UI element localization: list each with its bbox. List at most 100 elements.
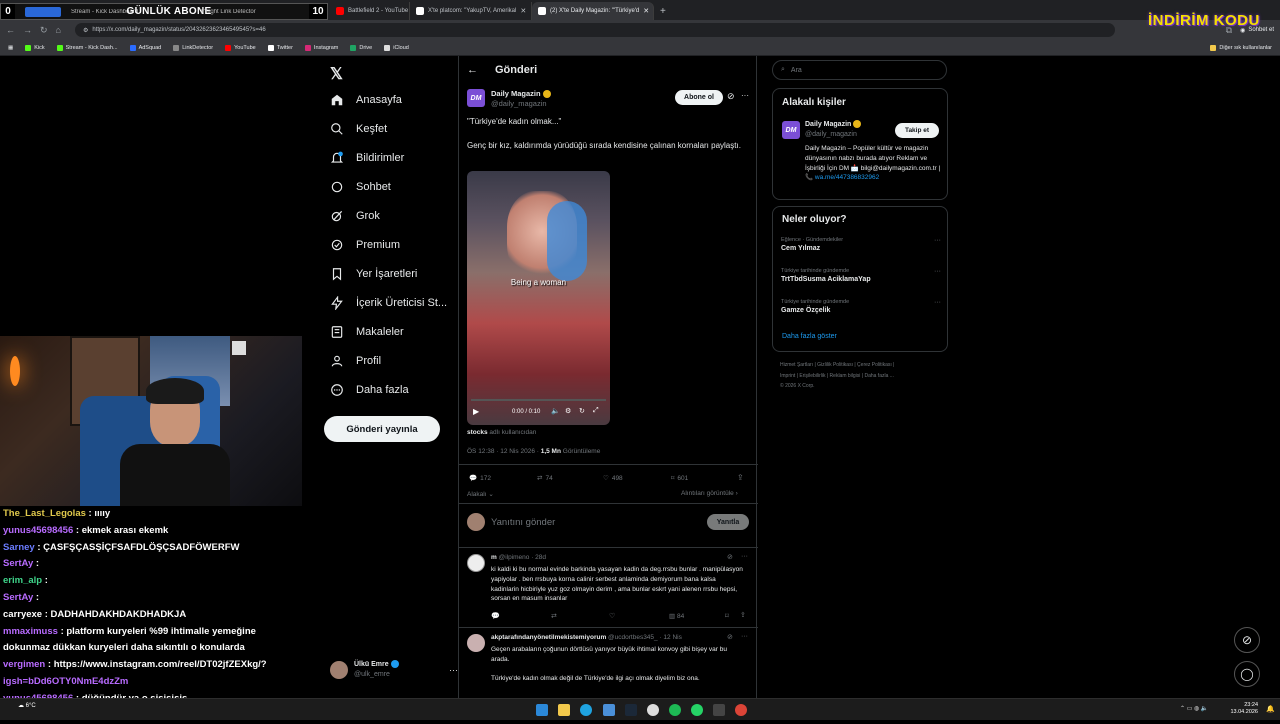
follow-button[interactable]: Takip et: [895, 123, 939, 138]
post-button[interactable]: Gönderi yayınla: [324, 416, 440, 442]
grok-icon[interactable]: ⊘: [727, 633, 733, 641]
more-icon[interactable]: ···: [741, 633, 748, 640]
messages-float-button[interactable]: ◯: [1234, 661, 1260, 687]
grok-float-button[interactable]: ⊘: [1234, 627, 1260, 653]
clock[interactable]: 23:24 13.04.2026: [1228, 702, 1258, 716]
nav-premium[interactable]: Premium: [330, 238, 400, 252]
repost-icon[interactable]: ⇄: [551, 612, 557, 620]
chat-username[interactable]: The_Last_Legolas: [3, 508, 86, 519]
back-arrow-icon[interactable]: ←: [467, 64, 478, 76]
reply-input[interactable]: Yanıtını gönder: [491, 517, 555, 528]
app-icon[interactable]: [713, 704, 725, 716]
like-count[interactable]: ♡ 498: [603, 474, 623, 483]
grok-icon[interactable]: ⊘: [727, 553, 733, 561]
view-quotes-link[interactable]: Alıntıları görüntüle ›: [681, 490, 738, 497]
heart-icon[interactable]: ♡: [609, 612, 615, 620]
close-icon[interactable]: ✕: [520, 7, 526, 15]
bookmark-item[interactable]: Twitter: [267, 44, 293, 51]
replay-icon[interactable]: ↻: [579, 407, 585, 415]
whatsapp-icon[interactable]: [691, 704, 703, 716]
steam-icon[interactable]: [625, 704, 637, 716]
start-icon[interactable]: [536, 704, 548, 716]
subscribe-button[interactable]: Abone ol: [675, 90, 723, 105]
site-info-icon[interactable]: ⚙: [83, 27, 88, 34]
nav-chat[interactable]: Sohbet: [330, 180, 391, 194]
bookmark-item[interactable]: Stream - Kick Dash...: [56, 44, 118, 51]
bookmark-item[interactable]: YouTube: [225, 44, 256, 51]
trend-item[interactable]: Eğlence · Gündemdekiler Cem Yılmaz ···: [781, 237, 941, 252]
nav-profile[interactable]: Profil: [330, 354, 381, 368]
video-player[interactable]: Being a woman ▶ 0:00 / 0:10 🔈 ⚙ ↻ ⤢: [467, 171, 610, 425]
reply-item[interactable]: m @ilpimeno · 28d ⊘ ··· ki kaldi ki bu n…: [459, 548, 758, 628]
nav-creator-studio[interactable]: İçerik Üreticisi St...: [330, 296, 447, 310]
author-info[interactable]: Daily Magazin @daily_magazin: [491, 89, 551, 109]
trend-item[interactable]: Türkiye tarihinde gündemde Gamze Özçelik…: [781, 299, 941, 314]
more-icon[interactable]: ···: [934, 299, 941, 306]
nav-notifications[interactable]: Bildirimler: [330, 151, 404, 165]
home-icon[interactable]: ⌂: [56, 25, 61, 35]
volume-icon[interactable]: 🔈: [551, 407, 560, 415]
video-progress-bar[interactable]: [471, 399, 606, 401]
back-icon[interactable]: ←: [6, 25, 15, 35]
bookmark-item[interactable]: LinkDetector: [173, 44, 213, 51]
bookmark-item[interactable]: iCloud: [384, 44, 409, 51]
reply-count[interactable]: 💬 172: [469, 474, 491, 483]
bookmark-item[interactable]: Instagram: [304, 44, 338, 51]
nav-more[interactable]: Daha fazla: [330, 383, 409, 397]
share-icon[interactable]: ⇪: [740, 611, 746, 619]
repost-count[interactable]: ⇄ 74: [537, 474, 553, 483]
avatar[interactable]: DM: [782, 121, 800, 139]
chat-username[interactable]: yunus45698456: [3, 525, 73, 536]
nav-home[interactable]: Anasayfa: [330, 93, 402, 107]
related-link[interactable]: Alakalı ⌄: [467, 490, 494, 498]
chrome-icon[interactable]: [735, 704, 747, 716]
chat-username[interactable]: SertAy: [3, 558, 33, 569]
browser-tab[interactable]: X'te platcom: "YakupTV, Amerikal ✕: [410, 2, 532, 20]
show-more-link[interactable]: Daha fazla göster: [782, 333, 837, 340]
more-icon[interactable]: ···: [741, 553, 748, 560]
edge-icon[interactable]: [580, 704, 592, 716]
bookmark-item[interactable]: Kick: [25, 44, 45, 51]
nav-explore[interactable]: Keşfet: [330, 122, 387, 136]
other-bookmarks[interactable]: Diğer sık kullanılanlar: [1210, 44, 1272, 51]
chat-username[interactable]: carryexe: [3, 609, 42, 620]
browser-tab-active[interactable]: (2) X'te Daily Magazin: "'Türkiye'd ✕: [532, 2, 654, 20]
chat-username[interactable]: SertAy: [3, 592, 33, 603]
chat-username[interactable]: vergimen: [3, 659, 45, 670]
reply-likes[interactable]: ▥ 84: [669, 612, 684, 620]
forward-icon[interactable]: →: [23, 25, 32, 35]
more-icon[interactable]: ···: [741, 91, 749, 100]
bio-link[interactable]: wa.me/447386832962: [815, 174, 879, 181]
footer-links[interactable]: Hizmet Şartları | Gizlilik Politikası | …: [780, 360, 950, 392]
person-info[interactable]: Daily Magazin @daily_magazin: [805, 120, 862, 140]
browser-tab[interactable]: Battlefield 2 - YouTube✕: [330, 2, 410, 20]
nav-bookmarks[interactable]: Yer İşaretleri: [330, 267, 417, 281]
apps-icon[interactable]: ▦: [8, 45, 13, 51]
play-icon[interactable]: ▶: [473, 407, 479, 416]
bookmark-count[interactable]: ⌑ 601: [671, 474, 688, 483]
settings-icon[interactable]: ⚙: [565, 407, 571, 415]
x-logo-icon[interactable]: 𝕏: [330, 64, 343, 84]
account-switcher[interactable]: Ülkü Emre @ulk_emre ···: [330, 660, 458, 680]
nav-grok[interactable]: Grok: [330, 209, 380, 223]
app-icon[interactable]: [647, 704, 659, 716]
more-icon[interactable]: ···: [449, 665, 458, 675]
video-attribution[interactable]: stocks adlı kullanıcıdan: [467, 429, 536, 436]
bookmark-icon[interactable]: ⌑: [725, 612, 729, 620]
spotify-icon[interactable]: [669, 704, 681, 716]
grok-icon[interactable]: ⊘: [727, 91, 735, 102]
bookmark-item[interactable]: AdSquad: [129, 44, 161, 51]
reply-icon[interactable]: 💬: [491, 612, 500, 620]
store-icon[interactable]: [603, 704, 615, 716]
chat-username[interactable]: mmaximuss: [3, 626, 58, 637]
url-input[interactable]: ⚙ https://x.com/daily_magazin/status/2043…: [74, 23, 1115, 37]
more-icon[interactable]: ···: [934, 268, 941, 275]
chat-username[interactable]: erim_alp: [3, 575, 42, 586]
author-avatar[interactable]: DM: [467, 89, 485, 107]
nav-articles[interactable]: Makaleler: [330, 325, 404, 339]
weather-widget[interactable]: ☁ 6°C: [18, 702, 36, 709]
system-tray-icons[interactable]: ⌃ ▭ ◍ 🔈: [1180, 705, 1208, 712]
explorer-icon[interactable]: [558, 704, 570, 716]
search-input[interactable]: ⌕ Ara: [772, 60, 947, 80]
close-icon[interactable]: ✕: [643, 7, 649, 15]
